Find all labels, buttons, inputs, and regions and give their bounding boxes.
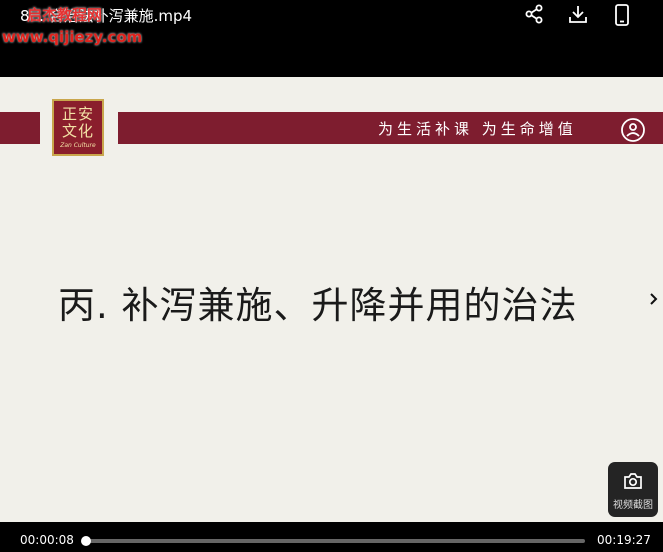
top-actions <box>523 3 633 27</box>
total-time: 00:19:27 <box>597 533 651 547</box>
progress-handle[interactable] <box>80 536 91 546</box>
download-icon[interactable] <box>567 3 589 27</box>
screenshot-label: 视频截图 <box>613 500 653 511</box>
person-icon <box>620 117 646 147</box>
watermark-name: 启杰教程网 <box>27 6 103 24</box>
camera-icon <box>624 473 642 489</box>
player-controls: 00:00:08 00:19:27 <box>0 522 663 552</box>
slide-heading: 丙. 补泻兼施、升降并用的治法 <box>58 284 578 327</box>
progress-bar[interactable] <box>80 536 585 546</box>
video-frame[interactable]: 正安 文化 Zan Culture 为生活补课 为生命增值 丙. 补泻兼施、升降… <box>0 77 663 522</box>
share-icon[interactable] <box>523 3 545 27</box>
top-bar: 8... 合治法补泻兼施.mp4 启杰教程网 <box>0 0 663 30</box>
brand-logo: 正安 文化 Zan Culture <box>52 99 104 156</box>
chevron-right-icon[interactable] <box>648 291 660 311</box>
phone-icon[interactable] <box>611 3 633 27</box>
current-time: 00:00:08 <box>20 533 74 547</box>
watermark-url: www.qijiezy.com <box>2 28 143 46</box>
screenshot-button[interactable]: 视频截图 <box>608 462 658 517</box>
slogan: 为生活补课 为生命增值 <box>378 120 577 138</box>
